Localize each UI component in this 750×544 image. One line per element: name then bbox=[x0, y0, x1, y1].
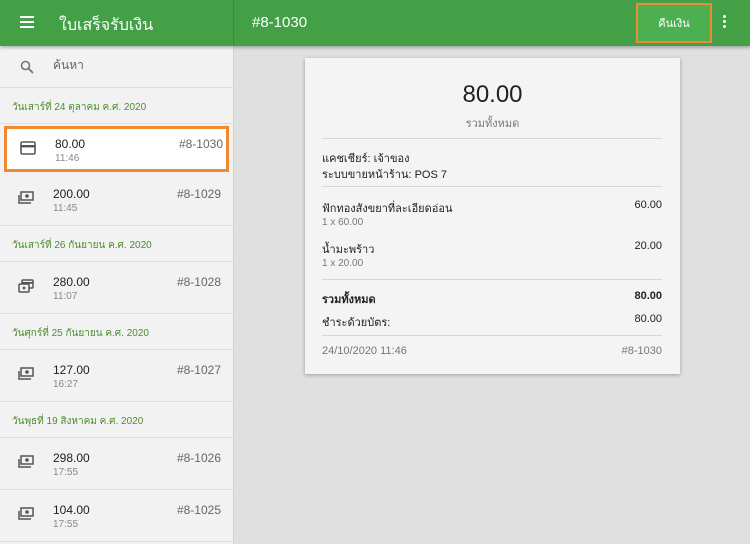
divider bbox=[322, 335, 662, 336]
card-icon bbox=[20, 141, 36, 155]
receipt-number: #8-1029 bbox=[176, 187, 221, 201]
item-name: ฟักทองสังขยาที่ละเอียดอ่อน bbox=[322, 203, 453, 215]
item-name: น้ำมะพร้าว bbox=[322, 244, 375, 256]
search-row bbox=[0, 46, 233, 88]
cash-icon bbox=[18, 191, 34, 204]
receipts-sidebar: วันเสาร์ที่ 24 ตุลาคม ค.ศ. 2020 80.00 11… bbox=[0, 46, 234, 544]
search-icon[interactable] bbox=[20, 60, 34, 74]
date-header: วันพุธที่ 19 สิงหาคม ค.ศ. 2020 bbox=[0, 402, 233, 438]
divider bbox=[322, 186, 662, 187]
receipt-number: #8-1026 bbox=[176, 451, 221, 465]
receipt-number: #8-1027 bbox=[176, 363, 221, 377]
receipt-list-item[interactable]: 298.00 17:55 #8-1026 bbox=[0, 438, 233, 490]
receipt-time: 17:55 bbox=[53, 519, 79, 530]
total-caption: รวมทั้งหมด bbox=[465, 118, 520, 130]
cash-icon bbox=[18, 507, 34, 520]
receipt-total-amount: 80.00 bbox=[462, 81, 523, 108]
receipt-time: 11:07 bbox=[53, 291, 78, 302]
paid-by-card-value: 80.00 bbox=[634, 313, 662, 325]
receipt-list-item[interactable]: 80.00 11:46 #8-1030 bbox=[4, 126, 229, 172]
receipt-amount: 200.00 bbox=[53, 187, 90, 201]
receipt-amount: 127.00 bbox=[53, 363, 90, 377]
multiple-payments-icon bbox=[18, 279, 34, 293]
date-header: วันเสาร์ที่ 24 ตุลาคม ค.ศ. 2020 bbox=[0, 88, 233, 124]
paid-by-card-label: ชำระด้วยบัตร: bbox=[322, 317, 391, 329]
receipt-time: 16:27 bbox=[53, 379, 79, 390]
receipt-list-item[interactable]: 127.00 16:27 #8-1027 bbox=[0, 350, 233, 402]
receipt-title: #8-1030 bbox=[252, 14, 308, 31]
item-quantity: 1 x 20.00 bbox=[322, 258, 364, 269]
receipt-amount: 280.00 bbox=[53, 275, 90, 289]
receipt-datetime: 24/10/2020 11:46 bbox=[322, 345, 407, 357]
receipt-time: 11:46 bbox=[55, 153, 80, 164]
receipt-footer-number: #8-1030 bbox=[621, 345, 662, 357]
receipt-time: 17:55 bbox=[53, 467, 79, 478]
app-title: ใบเสร็จรับเงิน bbox=[59, 17, 154, 34]
top-app-bar: ใบเสร็จรับเงิน #8-1030 คืนเงิน bbox=[0, 0, 750, 46]
receipt-amount: 298.00 bbox=[53, 451, 90, 465]
refund-button[interactable]: คืนเงิน bbox=[636, 3, 712, 43]
item-price: 60.00 bbox=[634, 199, 662, 211]
total-label: รวมทั้งหมด bbox=[322, 294, 376, 306]
receipt-list-item[interactable]: 200.00 11:45 #8-1029 bbox=[0, 174, 233, 226]
receipt-amount: 104.00 bbox=[53, 503, 90, 517]
receipt-number: #8-1025 bbox=[176, 503, 221, 517]
date-header: วันศุกร์ที่ 25 กันยายน ค.ศ. 2020 bbox=[0, 314, 233, 350]
cash-icon bbox=[18, 455, 34, 468]
receipt-detail-card: 80.00 รวมทั้งหมด แคชเชียร์: เจ้าของ ระบบ… bbox=[305, 58, 680, 374]
total-value: 80.00 bbox=[634, 290, 662, 302]
pos-line: ระบบขายหน้าร้าน: POS 7 bbox=[322, 169, 447, 181]
receipt-list-item[interactable]: 280.00 11:07 #8-1028 bbox=[0, 262, 233, 314]
menu-icon[interactable] bbox=[20, 16, 34, 28]
receipt-time: 11:45 bbox=[53, 203, 78, 214]
search-input[interactable] bbox=[53, 58, 213, 72]
date-header: วันเสาร์ที่ 26 กันยายน ค.ศ. 2020 bbox=[0, 226, 233, 262]
more-options-icon[interactable] bbox=[721, 15, 727, 31]
item-quantity: 1 x 60.00 bbox=[322, 217, 364, 228]
divider bbox=[322, 279, 662, 280]
receipt-amount: 80.00 bbox=[55, 137, 86, 151]
receipt-number: #8-1030 bbox=[178, 137, 223, 151]
top-bar-left-section: ใบเสร็จรับเงิน bbox=[0, 0, 234, 46]
receipt-list-item[interactable]: 104.00 17:55 #8-1025 bbox=[0, 490, 233, 542]
cash-icon bbox=[18, 367, 34, 380]
item-price: 20.00 bbox=[634, 240, 662, 252]
divider bbox=[322, 138, 662, 139]
receipt-number: #8-1028 bbox=[176, 275, 221, 289]
